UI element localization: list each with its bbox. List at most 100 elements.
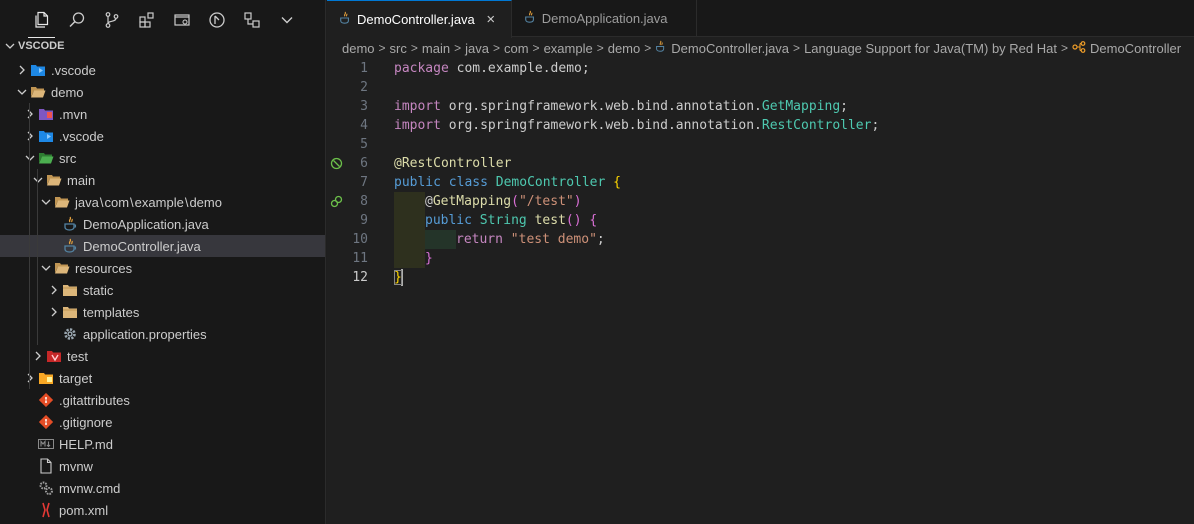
chevron-down-icon bbox=[5, 43, 15, 49]
tab-demo-application[interactable]: DemoApplication.java bbox=[512, 0, 697, 37]
path-separator: \ bbox=[99, 194, 104, 210]
tree-folder-vscode-root[interactable]: .vscode bbox=[0, 59, 325, 81]
line-text bbox=[368, 135, 394, 154]
spring-bean-gutter-icon[interactable] bbox=[327, 154, 345, 173]
code-editor[interactable]: 1 package com.example.demo; 2 3 import o… bbox=[327, 59, 1194, 287]
search-icon[interactable] bbox=[59, 0, 94, 40]
code-line: 12 } bbox=[327, 268, 1194, 287]
code-line: 1 package com.example.demo; bbox=[327, 59, 1194, 78]
breadcrumb-item[interactable]: example bbox=[544, 41, 593, 56]
breadcrumb-item[interactable]: DemoController bbox=[1090, 41, 1181, 56]
line-number: 2 bbox=[360, 80, 368, 95]
breadcrumb-item[interactable]: main bbox=[422, 41, 450, 56]
chevron-down-icon bbox=[14, 81, 30, 103]
breadcrumb-item[interactable]: Language Support for Java(TM) by Red Hat bbox=[804, 41, 1057, 56]
line-number: 8 bbox=[360, 194, 368, 209]
tree-file-mvnw[interactable]: mvnw bbox=[0, 455, 325, 477]
breadcrumb-item[interactable]: demo bbox=[342, 41, 375, 56]
tree-item-label: demo bbox=[51, 84, 84, 100]
line-number: 12 bbox=[352, 270, 368, 285]
tree-item-label: DemoApplication.java bbox=[83, 216, 209, 232]
tree-file-demo-application[interactable]: DemoApplication.java bbox=[0, 213, 325, 235]
source-control-icon[interactable] bbox=[94, 0, 129, 40]
line-number: 1 bbox=[360, 61, 368, 76]
tree-folder-vscode[interactable]: .vscode bbox=[0, 125, 325, 147]
vscode-folder-icon bbox=[38, 125, 54, 147]
explorer-icon[interactable] bbox=[24, 0, 59, 40]
indent-guide bbox=[37, 169, 38, 345]
tab-demo-controller[interactable]: DemoController.java × bbox=[327, 0, 512, 38]
explorer-sidebar: VSCODE .vscode demo .mvn .vscode src mai… bbox=[0, 0, 326, 524]
line-number: 3 bbox=[360, 99, 368, 114]
chevron-right-icon: > bbox=[793, 41, 801, 55]
tree-folder-static[interactable]: static bbox=[0, 279, 325, 301]
close-icon[interactable]: × bbox=[481, 11, 501, 28]
line-text: @GetMapping("/test") bbox=[368, 192, 582, 211]
tree-file-pom-xml[interactable]: pom.xml bbox=[0, 499, 325, 521]
folder-icon bbox=[62, 301, 78, 323]
code-line: 6 @RestController bbox=[327, 154, 1194, 173]
chevron-right-icon bbox=[46, 301, 62, 323]
path-segment: example bbox=[134, 194, 184, 210]
tree-item-label: static bbox=[83, 282, 114, 298]
git-icon bbox=[38, 389, 54, 411]
chevron-right-icon bbox=[14, 59, 30, 81]
tree-folder-demo[interactable]: demo bbox=[0, 81, 325, 103]
breadcrumb-item[interactable]: java bbox=[465, 41, 489, 56]
tree-folder-test[interactable]: test bbox=[0, 345, 325, 367]
path-separator: \ bbox=[184, 194, 189, 210]
text-cursor bbox=[400, 269, 403, 286]
line-text: } bbox=[368, 249, 433, 268]
tree-folder-main[interactable]: main bbox=[0, 169, 325, 191]
tree-item-label: .vscode bbox=[51, 62, 96, 78]
tree-folder-java-package[interactable]: java \ com \ example \ demo bbox=[0, 191, 325, 213]
tree-file-demo-controller[interactable]: DemoController.java bbox=[0, 235, 325, 257]
indent-guide bbox=[29, 103, 30, 389]
tab-label: DemoApplication.java bbox=[541, 11, 668, 26]
folder-open-icon bbox=[30, 81, 46, 103]
tree-folder-src[interactable]: src bbox=[0, 147, 325, 169]
tree-file-mvnw-cmd[interactable]: mvnw.cmd bbox=[0, 477, 325, 499]
tree-folder-mvn[interactable]: .mvn bbox=[0, 103, 325, 125]
file-tree: .vscode demo .mvn .vscode src main java … bbox=[0, 59, 325, 521]
tree-folder-target[interactable]: target bbox=[0, 367, 325, 389]
line-text: package com.example.demo; bbox=[394, 61, 590, 76]
line-number: 7 bbox=[360, 175, 368, 190]
code-line: 4 import org.springframework.web.bind.an… bbox=[327, 116, 1194, 135]
breadcrumb-item[interactable]: demo bbox=[608, 41, 641, 56]
remote-explorer-icon[interactable] bbox=[164, 0, 199, 40]
breadcrumb-item[interactable]: src bbox=[390, 41, 407, 56]
tree-folder-resources[interactable]: resources bbox=[0, 257, 325, 279]
line-text: } bbox=[394, 269, 403, 286]
tree-file-gitattributes[interactable]: .gitattributes bbox=[0, 389, 325, 411]
chevron-right-icon: > bbox=[596, 41, 604, 55]
more-chevron-icon[interactable] bbox=[269, 0, 304, 40]
tree-file-gitignore[interactable]: .gitignore bbox=[0, 411, 325, 433]
line-number: 4 bbox=[360, 118, 368, 133]
line-number: 9 bbox=[360, 213, 368, 228]
chevron-right-icon bbox=[22, 125, 38, 147]
breadcrumb-item[interactable]: com bbox=[504, 41, 529, 56]
folder-open-icon bbox=[46, 169, 62, 191]
spring-mapping-gutter-icon[interactable] bbox=[327, 192, 345, 211]
java-file-icon bbox=[524, 10, 536, 27]
tree-item-label: HELP.md bbox=[59, 436, 113, 452]
workspace-header[interactable]: VSCODE bbox=[0, 38, 325, 54]
extensions-icon[interactable] bbox=[129, 0, 164, 40]
tree-item-label: DemoController.java bbox=[83, 238, 201, 254]
tree-item-label: target bbox=[59, 370, 93, 386]
code-line: 9 public String test() { bbox=[327, 211, 1194, 230]
chevron-right-icon bbox=[22, 103, 38, 125]
target-folder-icon bbox=[38, 367, 54, 389]
breadcrumb-item[interactable]: DemoController.java bbox=[671, 41, 789, 56]
tree-folder-templates[interactable]: templates bbox=[0, 301, 325, 323]
tree-file-help-md[interactable]: HELP.md bbox=[0, 433, 325, 455]
testing-icon[interactable] bbox=[234, 0, 269, 40]
tree-item-label: pom.xml bbox=[59, 502, 109, 518]
code-line: 5 bbox=[327, 135, 1194, 154]
line-text: public String test() { bbox=[368, 211, 597, 230]
spring-boot-dashboard-icon[interactable] bbox=[199, 0, 234, 40]
tree-file-application-properties[interactable]: application.properties bbox=[0, 323, 325, 345]
chevron-down-icon bbox=[38, 257, 54, 279]
editor-area: DemoController.java × DemoApplication.ja… bbox=[327, 0, 1194, 524]
